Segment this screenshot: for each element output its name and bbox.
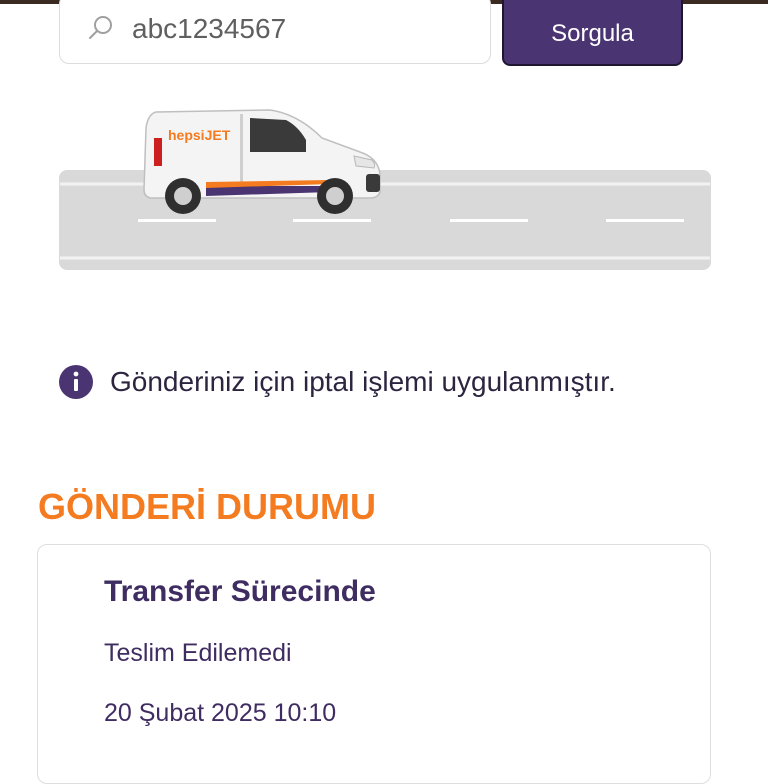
tracking-search-field[interactable] — [59, 0, 491, 64]
status-title: Transfer Sürecinde — [104, 575, 376, 608]
shipment-status-heading: GÖNDERİ DURUMU — [38, 486, 376, 527]
status-subtitle: Teslim Edilemedi — [104, 639, 292, 667]
cancellation-notice: Gönderiniz için iptal işlemi uygulanmışt… — [58, 362, 616, 402]
query-button[interactable]: Sorgula — [502, 0, 683, 66]
delivery-van-icon: hepsiJET — [143, 109, 381, 214]
status-card: Transfer Sürecinde Teslim Edilemedi 20 Ş… — [37, 544, 711, 784]
info-icon — [59, 365, 93, 399]
search-icon — [89, 16, 112, 39]
notice-text: Gönderiniz için iptal işlemi uygulanmışt… — [110, 366, 616, 397]
delivery-van-banner: hepsiJET — [59, 109, 711, 270]
van-brand-logo: hepsiJET — [168, 127, 231, 143]
tracking-number-input[interactable] — [132, 9, 462, 49]
status-datetime: 20 Şubat 2025 10:10 — [104, 699, 337, 727]
